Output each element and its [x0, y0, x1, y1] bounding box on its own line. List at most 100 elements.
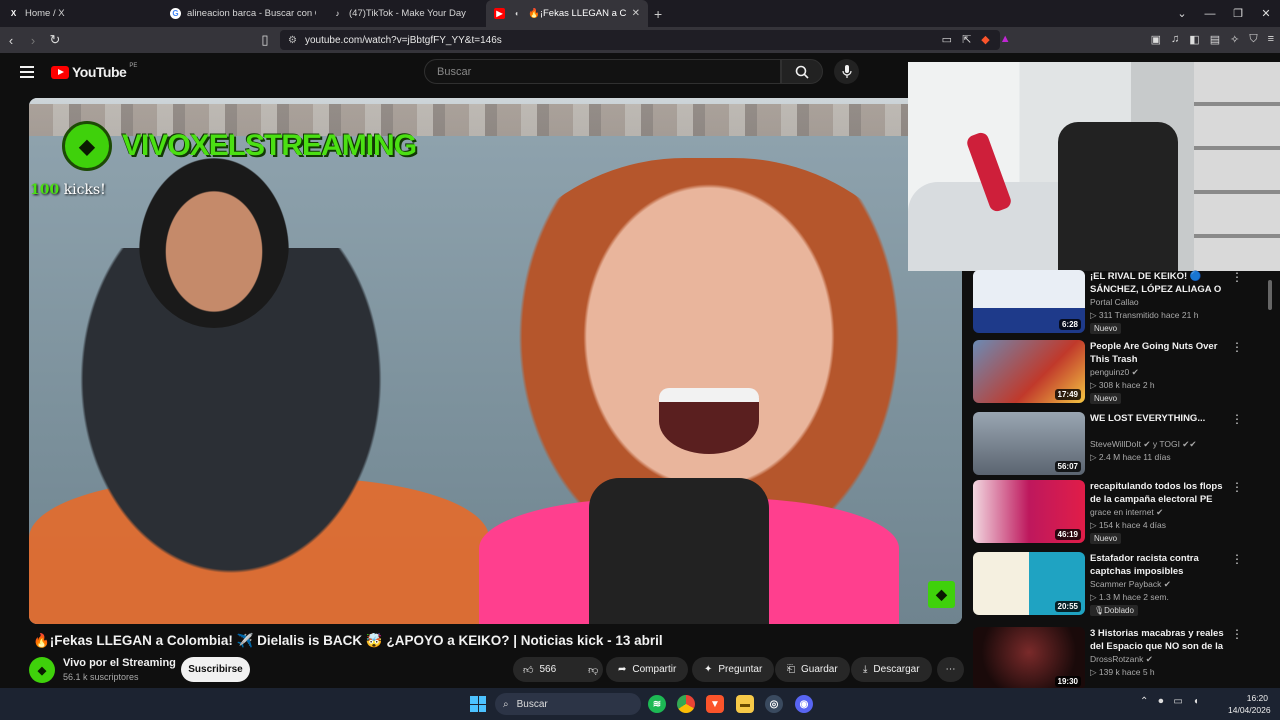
- menu-hamburger-icon[interactable]: [20, 66, 34, 78]
- list-item[interactable]: 17:49 People Are Going Nuts Over This Tr…: [973, 340, 1253, 406]
- chevron-down-icon[interactable]: ⌄: [1168, 7, 1196, 20]
- chevron-up-icon[interactable]: ⌃: [1140, 696, 1148, 707]
- subscribe-button[interactable]: Suscribirse: [181, 657, 250, 682]
- music-icon[interactable]: ♫: [1171, 33, 1179, 46]
- spotify-icon[interactable]: ≋: [648, 695, 666, 713]
- menu-icon[interactable]: ≡: [1268, 33, 1274, 46]
- sidebar-scrollbar[interactable]: [1268, 280, 1272, 310]
- tiktok-icon: ♪: [335, 9, 340, 18]
- channel-avatar[interactable]: ◆: [29, 657, 55, 683]
- more-actions-button[interactable]: ⋯: [937, 657, 964, 682]
- rec-title[interactable]: Estafador racista contra captchas imposi…: [1090, 552, 1228, 578]
- speaker-icon[interactable]: ◖: [511, 8, 522, 19]
- rec-channel[interactable]: penguinz0 ✔: [1090, 367, 1139, 378]
- wallet2-icon[interactable]: ▤: [1210, 33, 1220, 46]
- list-item[interactable]: 6:28 ¡EL RIVAL DE KEIKO! 🔵 SÁNCHEZ, LÓPE…: [973, 270, 1253, 336]
- windows-start-icon[interactable]: [470, 696, 486, 712]
- video-thumbnail[interactable]: 17:49: [973, 340, 1085, 403]
- url-field[interactable]: ⚙ youtube.com/watch?v=jBbtgfFY_YY&t=146s: [280, 30, 1000, 50]
- close-tab-icon[interactable]: ✕: [632, 8, 640, 19]
- list-item[interactable]: 19:30 3 Historias macabras y reales del …: [973, 627, 1253, 693]
- brave-icon[interactable]: ▼: [706, 695, 724, 713]
- channel-name[interactable]: Vivo por el Streaming: [63, 657, 176, 669]
- search-input[interactable]: Buscar: [424, 59, 781, 84]
- tab-youtube-active[interactable]: ▶ ◖ 🔥¡Fekas LLEGAN a Colombia ✕: [486, 0, 648, 27]
- duration-badge: 19:30: [1054, 676, 1081, 687]
- brave-shield-icon[interactable]: ◆: [981, 33, 989, 46]
- video-thumbnail[interactable]: 6:28: [973, 270, 1085, 333]
- more-options-icon[interactable]: ⋮: [1231, 270, 1243, 284]
- rec-channel[interactable]: DrossRotzank ✔: [1090, 654, 1153, 665]
- sidebar-icon[interactable]: ◧: [1189, 33, 1199, 46]
- steam-icon[interactable]: ◎: [765, 695, 783, 713]
- video-player[interactable]: [29, 98, 962, 624]
- more-options-icon[interactable]: ⋮: [1231, 627, 1243, 641]
- video-title: 🔥¡Fekas LLEGAN a Colombia! ✈️ Dielalis i…: [33, 633, 663, 648]
- share-label: Compartir: [632, 664, 677, 675]
- stream-overlay-brand: ◆ VIVOXELSTREAMING: [62, 121, 417, 171]
- search-button[interactable]: [781, 59, 823, 84]
- list-item[interactable]: 20:55 Estafador racista contra captchas …: [973, 552, 1253, 618]
- cast-icon[interactable]: ▭: [942, 33, 952, 46]
- more-options-icon[interactable]: ⋮: [1231, 480, 1243, 494]
- reload-icon[interactable]: ↻: [44, 32, 66, 48]
- mic-tray-icon[interactable]: ⏺: [1158, 696, 1163, 707]
- network-icon[interactable]: ▭: [1173, 696, 1182, 707]
- site-info-icon[interactable]: ⚙: [288, 35, 297, 46]
- rec-channel[interactable]: Portal Callao: [1090, 297, 1139, 307]
- video-thumbnail[interactable]: 46:19: [973, 480, 1085, 543]
- dislike-button[interactable]: 👎︎: [578, 657, 608, 682]
- save-button[interactable]: ⎗ Guardar: [775, 657, 850, 682]
- rec-title[interactable]: recapitulando todos los flops de la camp…: [1090, 480, 1228, 506]
- list-item[interactable]: 46:19 recapitulando todos los flops de l…: [973, 480, 1253, 546]
- new-tab-icon[interactable]: +: [654, 6, 662, 22]
- system-clock[interactable]: 16:20 14/04/2026: [1228, 692, 1271, 716]
- back-icon[interactable]: ‹: [0, 33, 22, 48]
- channel-watermark-icon[interactable]: ◆: [928, 581, 955, 608]
- taskbar-search-label: Buscar: [516, 698, 548, 710]
- vpn-icon[interactable]: ⛉: [1249, 33, 1257, 46]
- rec-title[interactable]: People Are Going Nuts Over This Trash: [1090, 340, 1228, 366]
- like-button[interactable]: 👍︎ 566: [513, 657, 566, 682]
- discord-icon[interactable]: ◉: [795, 695, 813, 713]
- rec-title[interactable]: ¡EL RIVAL DE KEIKO! 🔵 SÁNCHEZ, LÓPEZ ALI…: [1090, 270, 1228, 296]
- youtube-logo[interactable]: YouTube PE: [51, 63, 137, 80]
- more-options-icon[interactable]: ⋮: [1231, 340, 1243, 354]
- close-window-icon[interactable]: ✕: [1252, 7, 1280, 20]
- rec-channel[interactable]: Scammer Payback ✔: [1090, 579, 1171, 590]
- share-icon[interactable]: ⇱: [962, 33, 971, 46]
- more-options-icon[interactable]: ⋮: [1231, 412, 1243, 426]
- minimize-icon[interactable]: —: [1196, 8, 1224, 20]
- kicks-label: kicks!: [63, 182, 106, 198]
- volume-icon[interactable]: ◖: [1193, 696, 1199, 707]
- rewards-icon[interactable]: ▲: [1000, 33, 1011, 46]
- bookmark-icon[interactable]: ▯: [254, 32, 276, 48]
- url-text: youtube.com/watch?v=jBbtgfFY_YY&t=146s: [304, 34, 502, 46]
- chrome-icon[interactable]: [677, 695, 695, 713]
- leo-icon[interactable]: ✧: [1230, 33, 1239, 46]
- share-button[interactable]: ➦ Compartir: [606, 657, 689, 682]
- bookmark-save-icon: ⎗: [787, 664, 795, 675]
- video-thumbnail[interactable]: 19:30: [973, 627, 1085, 690]
- youtube-play-icon: [51, 65, 69, 79]
- rec-channel[interactable]: SteveWillDoIt ✔ y TOGI ✔✔: [1090, 439, 1197, 450]
- video-thumbnail[interactable]: 20:55: [973, 552, 1085, 615]
- tab-x[interactable]: X Home / X: [0, 0, 162, 27]
- file-explorer-icon[interactable]: ▬: [736, 695, 754, 713]
- tab-tiktok[interactable]: ♪ (47)TikTok - Make Your Day: [324, 0, 486, 27]
- download-button[interactable]: ⤓ Descargar: [851, 657, 932, 682]
- ask-button[interactable]: ✦ Preguntar: [692, 657, 775, 682]
- restore-icon[interactable]: ❐: [1224, 7, 1252, 20]
- rec-channel[interactable]: grace en internet ✔: [1090, 507, 1163, 518]
- more-options-icon[interactable]: ⋮: [1231, 552, 1243, 566]
- voice-search-button[interactable]: [834, 59, 859, 84]
- taskbar-search[interactable]: ⌕ Buscar: [495, 693, 641, 715]
- tab-google[interactable]: G alineacion barca - Buscar con Google: [162, 0, 324, 27]
- video-thumbnail[interactable]: 56:07: [973, 412, 1085, 475]
- list-item[interactable]: 56:07 WE LOST EVERYTHING... SteveWillDoI…: [973, 412, 1253, 478]
- search-icon: ⌕: [503, 698, 509, 710]
- forward-icon[interactable]: ›: [22, 33, 44, 48]
- rec-title[interactable]: 3 Historias macabras y reales del Espaci…: [1090, 627, 1228, 653]
- wallet-icon[interactable]: ▣: [1151, 33, 1161, 46]
- rec-title[interactable]: WE LOST EVERYTHING...: [1090, 412, 1228, 425]
